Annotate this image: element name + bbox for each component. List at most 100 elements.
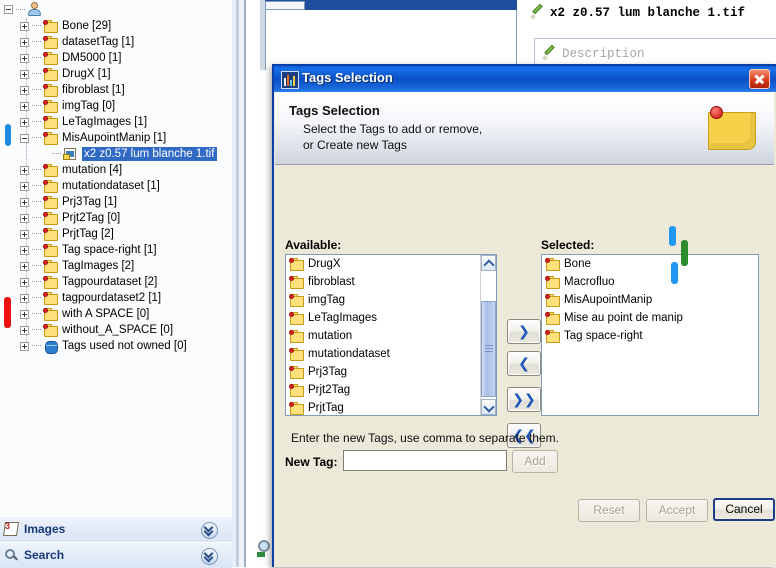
tree-item[interactable]: tagpourdataset2 [1] [20,290,161,306]
tree-item[interactable]: imgTag [0] [20,98,115,114]
list-item-label: imgTag [308,294,346,306]
available-scrollbar[interactable] [480,255,496,415]
expander-plus-icon[interactable] [20,245,29,255]
list-item[interactable]: Prj3Tag [286,363,480,381]
expander-plus-icon[interactable] [20,293,29,303]
expander-plus-icon[interactable] [20,165,29,175]
list-item[interactable]: fibroblast [286,273,480,291]
list-item[interactable]: mutation [286,327,480,345]
tree-item[interactable]: Tagpourdataset [2] [20,274,157,290]
tree-connector [32,281,41,283]
list-item[interactable]: DrugX [286,255,480,273]
move-left-button[interactable]: ❮ [507,351,541,376]
tree-item[interactable]: Prjt2Tag [0] [20,210,120,226]
detail-name-value: x2 z0.57 lum blanche 1.tif [550,6,746,20]
tags-selection-dialog[interactable]: Tags Selection Tags Selection Select the… [272,64,776,567]
tag-folder-icon [43,196,58,209]
list-item[interactable]: mutationdataset [286,345,480,363]
list-item[interactable]: Macrofluo [542,273,758,291]
expander-minus-icon[interactable] [4,5,13,15]
tree-item[interactable]: Tags used not owned [0] [20,338,187,354]
selected-list[interactable]: Bone Macrofluo MisAupointManip Mise au poin… [541,254,759,416]
chevron-down-icon[interactable] [201,548,218,565]
expander-plus-icon[interactable] [20,341,29,351]
tree-item[interactable]: x2 z0.57 lum blanche 1.tif [40,146,218,162]
tree-item[interactable]: Bone [29] [20,18,111,34]
expander-plus-icon[interactable] [20,309,29,319]
tree-item-label: DrugX [1] [62,68,111,80]
tree-item[interactable]: with A SPACE [0] [20,306,149,322]
tree-root-node[interactable] [4,2,42,18]
scroll-up-icon[interactable] [481,255,496,271]
expander-plus-icon[interactable] [20,325,29,335]
tree-item[interactable]: fibroblast [1] [20,82,125,98]
expander-plus-icon[interactable] [20,213,29,223]
list-item[interactable]: PrjtTag [286,399,480,415]
list-item-label: DrugX [308,258,341,270]
expander-plus-icon[interactable] [20,37,29,47]
tree-item[interactable]: datasetTag [1] [20,34,134,50]
search-icon [4,548,20,563]
tree-item[interactable]: MisAupointManip [1] [20,130,166,146]
panel-images[interactable]: 3 Images [0,516,232,542]
expander-plus-icon[interactable] [20,229,29,239]
expander-plus-icon[interactable] [20,181,29,191]
name-field-row[interactable]: x2 z0.57 lum blanche 1.tif [530,4,746,21]
chevron-down-icon[interactable] [201,522,218,539]
move-all-right-button[interactable]: ❯❯ [507,387,541,412]
scrollbar-thumb[interactable] [481,301,496,397]
tag-folder-icon [545,275,560,289]
expander-plus-icon[interactable] [20,261,29,271]
expander-plus-icon[interactable] [20,117,29,127]
expander-plus-icon[interactable] [20,101,29,111]
tree-connector [32,345,41,347]
tree-item[interactable]: Prj3Tag [1] [20,194,117,210]
expander-plus-icon[interactable] [20,277,29,287]
list-item[interactable]: MisAupointManip [542,291,758,309]
expander-minus-icon[interactable] [20,133,29,143]
list-item[interactable]: LeTagImages [286,309,480,327]
accept-button[interactable]: Accept [646,499,708,522]
dialog-title: Tags Selection [302,70,393,85]
newtag-hint: Enter the new Tags, use comma to separat… [291,431,559,445]
tags-tree-panel[interactable]: Bone [29] datasetTag [1] DM5000 [1] DrugX [… [0,0,232,516]
active-tab[interactable] [265,1,305,10]
tree-item[interactable]: mutationdataset [1] [20,178,160,194]
tree-item[interactable]: without_A_SPACE [0] [20,322,173,338]
tree-item[interactable]: Tag space-right [1] [20,242,157,258]
expander-plus-icon[interactable] [20,85,29,95]
list-item[interactable]: Bone [542,255,758,273]
tree-item[interactable]: DM5000 [1] [20,50,121,66]
expander-plus-icon[interactable] [20,197,29,207]
tag-folder-icon [43,228,58,241]
list-item[interactable]: Prjt2Tag [286,381,480,399]
close-icon[interactable] [749,69,770,89]
available-list[interactable]: DrugX fibroblast imgTag LeTagImages mutation… [285,254,497,416]
expander-plus-icon[interactable] [20,69,29,79]
dialog-titlebar[interactable]: Tags Selection [274,66,776,92]
list-item[interactable]: Mise au point de manip [542,309,758,327]
list-item[interactable]: imgTag [286,291,480,309]
add-button[interactable]: Add [512,450,558,473]
tree-item[interactable]: PrjtTag [2] [20,226,114,242]
list-item[interactable]: Tag space-right [542,327,758,345]
dialog-header: Tags Selection Select the Tags to add or… [275,92,774,165]
reset-button[interactable]: Reset [578,499,640,522]
cancel-button[interactable]: Cancel [713,498,775,521]
move-right-button[interactable]: ❯ [507,319,541,344]
selected-items[interactable]: Bone Macrofluo MisAupointManip Mise au poin… [542,255,758,345]
scroll-down-icon[interactable] [481,399,496,415]
tree-item-label: Tags used not owned [0] [62,340,187,352]
panel-search[interactable]: Search [0,542,232,568]
newtag-input[interactable] [343,450,507,471]
tree-item[interactable]: DrugX [1] [20,66,111,82]
tree-connector [32,233,41,235]
expander-plus-icon[interactable] [20,53,29,63]
blue-marker-selected-1 [669,226,676,246]
tree-item[interactable]: LeTagImages [1] [20,114,147,130]
available-items[interactable]: DrugX fibroblast imgTag LeTagImages mutation… [286,255,480,415]
tree-item-label: Tagpourdataset [2] [62,276,158,288]
tree-item[interactable]: TagImages [2] [20,258,134,274]
tree-item[interactable]: mutation [4] [20,162,122,178]
expander-plus-icon[interactable] [20,21,29,31]
